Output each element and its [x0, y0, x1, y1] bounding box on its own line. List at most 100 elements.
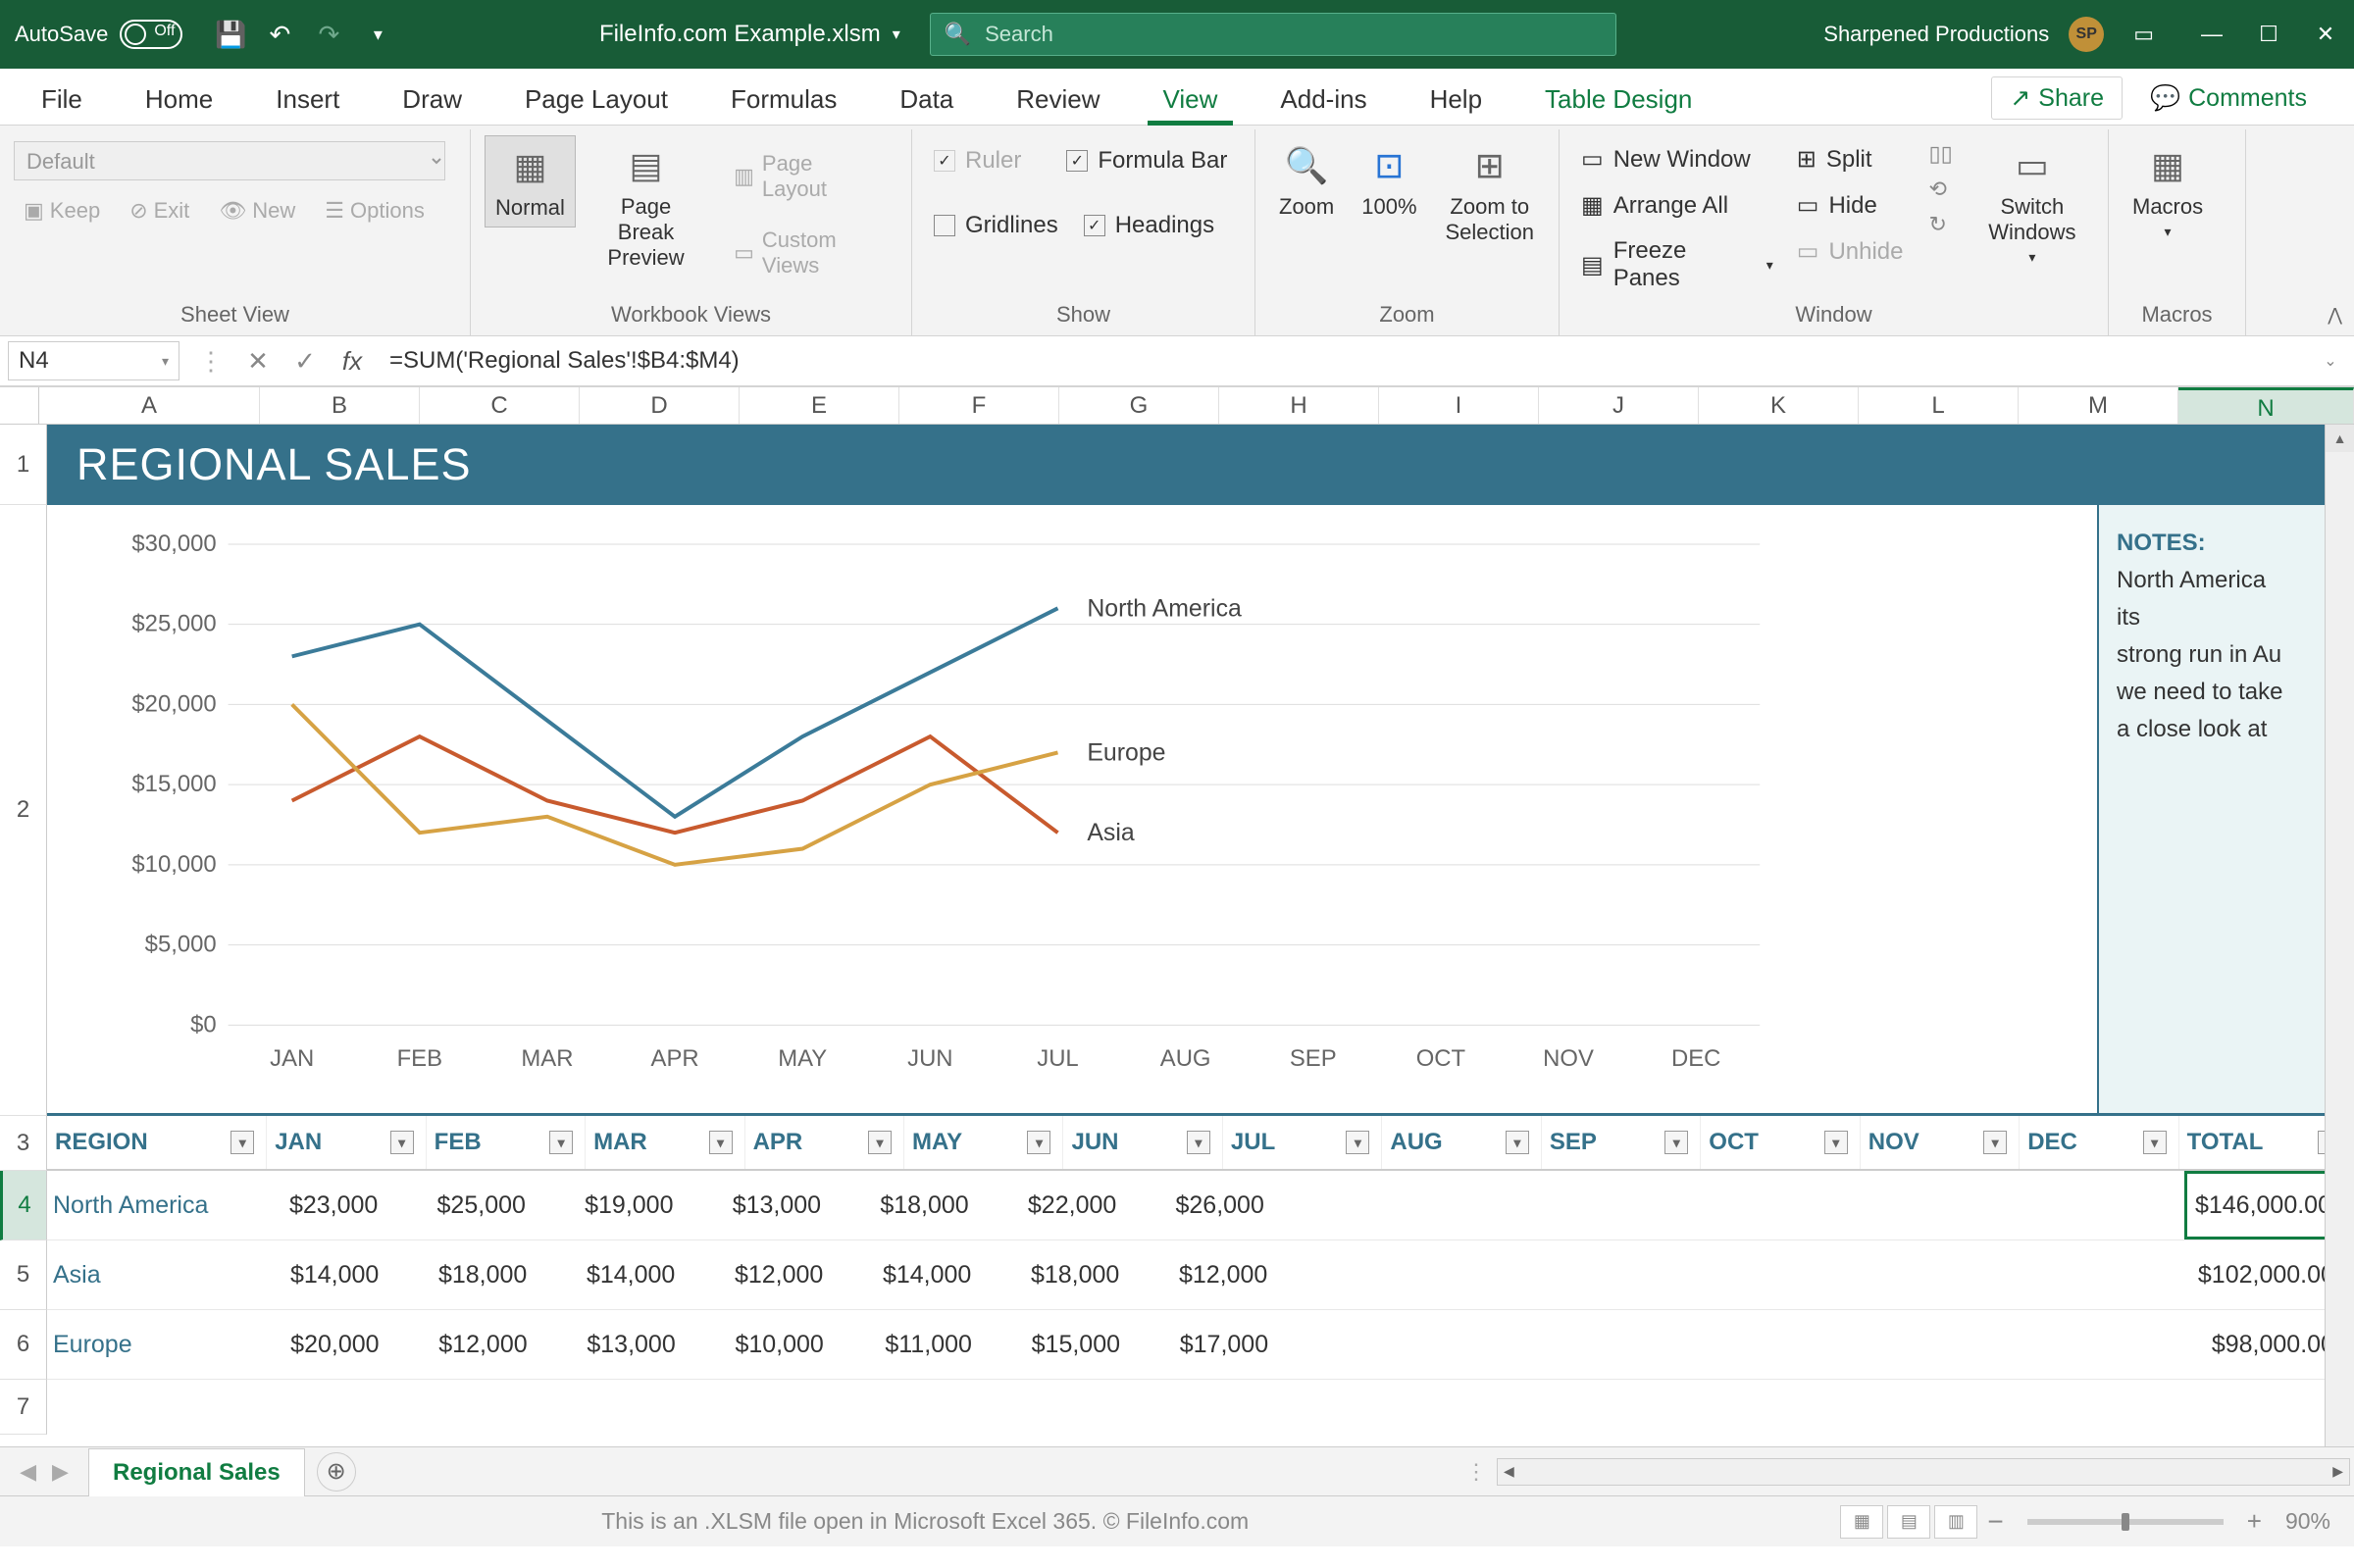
user-name[interactable]: Sharpened Productions [1823, 22, 2049, 47]
filter-icon[interactable]: ▾ [230, 1131, 254, 1154]
table-header-cell[interactable]: JAN▾ [267, 1116, 426, 1169]
save-icon[interactable]: 💾 [217, 21, 244, 48]
page-break-view-icon[interactable]: ▥ [1934, 1505, 1977, 1539]
data-cell[interactable]: $18,000 [398, 1240, 546, 1309]
row-header[interactable]: 6 [0, 1310, 47, 1380]
filter-icon[interactable]: ▾ [549, 1131, 573, 1154]
close-button[interactable]: ✕ [2297, 0, 2354, 69]
vertical-scrollbar[interactable]: ▲ [2325, 425, 2354, 1446]
row-header[interactable]: 2 [0, 505, 47, 1116]
chart-area[interactable]: $0$5,000$10,000$15,000$20,000$25,000$30,… [47, 505, 2097, 1113]
formula-bar-checkbox[interactable]: ✓Formula Bar [1058, 143, 1235, 178]
data-cell[interactable] [1431, 1171, 1579, 1239]
data-cell[interactable]: $18,000 [991, 1240, 1139, 1309]
page-break-button[interactable]: ▤Page Break Preview [584, 135, 708, 277]
data-cell[interactable] [1874, 1171, 2022, 1239]
data-cell[interactable] [1584, 1310, 1732, 1379]
comments-button[interactable]: 💬Comments [2132, 76, 2325, 120]
autosave-toggle[interactable]: AutoSave Off [0, 20, 197, 49]
tab-addins[interactable]: Add-ins [1249, 75, 1398, 125]
collapse-ribbon-icon[interactable]: ⋀ [2328, 305, 2342, 326]
zoom-out-button[interactable]: − [1977, 1506, 2013, 1538]
zoom-button[interactable]: 🔍Zoom [1269, 135, 1344, 226]
table-header-cell[interactable]: SEP▾ [1542, 1116, 1701, 1169]
headings-checkbox[interactable]: ✓Headings [1076, 208, 1222, 243]
data-cell[interactable] [2027, 1240, 2190, 1309]
redo-icon[interactable]: ↷ [315, 21, 342, 48]
data-cell[interactable] [1435, 1240, 1583, 1309]
column-header[interactable]: N [2178, 387, 2354, 424]
filter-icon[interactable]: ▾ [1346, 1131, 1369, 1154]
row-header[interactable]: 1 [0, 425, 47, 505]
column-header[interactable]: K [1699, 387, 1859, 424]
row-header[interactable]: 4 [0, 1171, 47, 1240]
data-cell[interactable] [1732, 1310, 1880, 1379]
column-header[interactable]: G [1059, 387, 1219, 424]
data-cell[interactable]: $14,000 [250, 1240, 398, 1309]
column-header[interactable]: L [1859, 387, 2019, 424]
filter-icon[interactable]: ▾ [1664, 1131, 1688, 1154]
filter-icon[interactable]: ▾ [2143, 1131, 2167, 1154]
column-header[interactable]: A [39, 387, 260, 424]
tab-page-layout[interactable]: Page Layout [493, 75, 699, 125]
row-header[interactable]: 5 [0, 1240, 47, 1310]
hide-button[interactable]: ▭Hide [1789, 187, 1912, 224]
filter-icon[interactable]: ▾ [868, 1131, 892, 1154]
tab-data[interactable]: Data [868, 75, 985, 125]
gridlines-checkbox[interactable]: Gridlines [926, 208, 1066, 243]
undo-icon[interactable]: ↶ [266, 21, 293, 48]
region-cell[interactable]: North America [47, 1171, 250, 1239]
table-header-cell[interactable]: MAR▾ [586, 1116, 744, 1169]
table-header-cell[interactable]: FEB▾ [427, 1116, 586, 1169]
data-cell[interactable]: $14,000 [843, 1240, 991, 1309]
table-header-cell[interactable]: JUL▾ [1223, 1116, 1382, 1169]
filter-icon[interactable]: ▾ [1187, 1131, 1210, 1154]
select-all-corner[interactable] [0, 387, 39, 424]
name-box[interactable]: N4▾ [8, 341, 179, 380]
page-layout-button[interactable]: ▥Page Layout [724, 145, 890, 208]
tab-table-design[interactable]: Table Design [1513, 75, 1723, 125]
data-cell[interactable]: $12,000 [399, 1310, 547, 1379]
reset-icon[interactable]: ↻ [1929, 212, 1953, 237]
data-cell[interactable]: $15,000 [992, 1310, 1140, 1379]
data-cell[interactable]: $11,000 [844, 1310, 992, 1379]
column-header[interactable]: F [899, 387, 1059, 424]
data-cell[interactable]: $18,000 [841, 1171, 989, 1239]
data-cell[interactable] [1579, 1171, 1727, 1239]
zoom-level[interactable]: 90% [2272, 1508, 2344, 1535]
enter-icon[interactable]: ✓ [281, 341, 329, 380]
zoom-slider[interactable] [2027, 1519, 2224, 1525]
tab-draw[interactable]: Draw [371, 75, 493, 125]
zoom-100-button[interactable]: ⊡100% [1352, 135, 1426, 226]
toggle-switch[interactable]: Off [120, 20, 182, 49]
table-header-cell[interactable]: NOV▾ [1861, 1116, 2020, 1169]
tab-formulas[interactable]: Formulas [699, 75, 868, 125]
user-avatar[interactable]: SP [2069, 17, 2104, 52]
cancel-icon[interactable]: ✕ [234, 341, 281, 380]
data-cell[interactable]: $25,000 [397, 1171, 545, 1239]
data-cell[interactable]: $12,000 [1139, 1240, 1287, 1309]
add-sheet-button[interactable]: ⊕ [317, 1452, 356, 1492]
dropdown-icon[interactable]: ▾ [364, 21, 391, 48]
zoom-in-button[interactable]: + [2237, 1506, 2272, 1537]
options-icon[interactable]: ⋮ [187, 341, 234, 380]
data-cell[interactable]: $22,000 [989, 1171, 1137, 1239]
table-header-cell[interactable]: REGION▾ [47, 1116, 267, 1169]
data-cell[interactable] [1287, 1240, 1435, 1309]
data-cell[interactable]: $23,000 [250, 1171, 398, 1239]
column-header[interactable]: C [420, 387, 580, 424]
scroll-up-icon[interactable]: ▲ [2326, 425, 2354, 452]
column-header[interactable]: I [1379, 387, 1539, 424]
tab-insert[interactable]: Insert [244, 75, 371, 125]
normal-view-icon[interactable]: ▦ [1840, 1505, 1883, 1539]
sheet-view-select[interactable]: Default [14, 141, 445, 180]
data-cell[interactable]: $20,000 [250, 1310, 398, 1379]
data-cell[interactable] [2029, 1310, 2192, 1379]
filter-icon[interactable]: ▾ [1824, 1131, 1848, 1154]
data-cell[interactable] [1288, 1310, 1436, 1379]
tab-help[interactable]: Help [1399, 75, 1513, 125]
switch-windows-button[interactable]: ▭Switch Windows▾ [1970, 135, 2094, 272]
data-cell[interactable] [1727, 1171, 1875, 1239]
data-cell[interactable]: $19,000 [545, 1171, 693, 1239]
data-cell[interactable] [1879, 1240, 2027, 1309]
